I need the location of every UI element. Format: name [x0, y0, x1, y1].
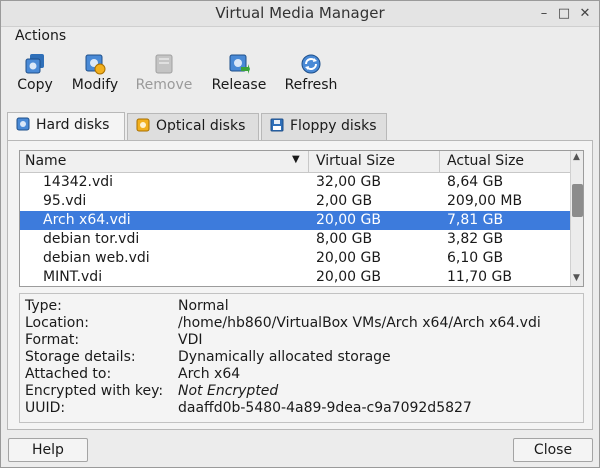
scroll-up-icon[interactable]: ▲ — [573, 152, 580, 162]
column-header-actual-size[interactable]: Actual Size — [447, 153, 524, 169]
release-button[interactable]: Release — [209, 53, 269, 93]
virtual-media-manager-window: Virtual Media Manager – □ ✕ Actions Copy… — [0, 0, 600, 468]
row-actual-size: 7,81 GB — [447, 212, 504, 228]
refresh-button[interactable]: Refresh — [282, 53, 340, 93]
tab-optical-disks[interactable]: Optical disks — [127, 113, 259, 140]
toolbar: Copy Modify Remove Release Refresh — [1, 53, 599, 103]
close-button[interactable]: Close — [513, 438, 593, 462]
detail-label: Type: — [25, 298, 62, 314]
column-separator[interactable] — [308, 151, 309, 173]
detail-value: Normal — [178, 298, 229, 314]
modify-button[interactable]: Modify — [69, 53, 121, 93]
copy-button[interactable]: Copy — [15, 53, 55, 93]
sort-down-icon[interactable]: ▼ — [292, 154, 300, 165]
menu-bar: Actions — [1, 27, 599, 49]
detail-attached-to: Attached to: Arch x64 — [20, 366, 585, 383]
row-name: debian web.vdi — [43, 250, 150, 266]
help-button[interactable]: Help — [8, 438, 88, 462]
detail-label: Encrypted with key: — [25, 383, 164, 399]
menu-actions[interactable]: Actions — [15, 28, 66, 44]
row-virtual-size: 32,00 GB — [316, 174, 381, 190]
row-virtual-size: 20,00 GB — [316, 269, 381, 285]
detail-label: Attached to: — [25, 366, 112, 382]
help-button-label: Help — [32, 442, 64, 458]
remove-disk-icon — [155, 54, 173, 74]
scrollbar-thumb[interactable] — [572, 184, 583, 217]
detail-format: Format: VDI — [20, 332, 585, 349]
detail-value: daaffd0b-5480-4a89-9dea-c9a7092d5827 — [178, 400, 472, 416]
row-name: 95.vdi — [43, 193, 87, 209]
copy-disk-icon — [25, 54, 44, 74]
detail-label: Storage details: — [25, 349, 136, 365]
maximize-icon[interactable]: □ — [555, 5, 573, 23]
close-button-label: Close — [533, 442, 573, 458]
tab-floppy-disks-label: Floppy disks — [290, 118, 377, 134]
row-virtual-size: 20,00 GB — [316, 212, 381, 228]
list-scrollbar[interactable]: ▲ ▼ — [570, 151, 583, 286]
scroll-down-icon[interactable]: ▼ — [573, 273, 580, 283]
menu-actions-label: Actions — [15, 28, 67, 44]
refresh-label: Refresh — [284, 77, 338, 93]
detail-value: /home/hb860/VirtualBox VMs/Arch x64/Arch… — [178, 315, 541, 331]
tab-optical-disks-label: Optical disks — [156, 118, 246, 134]
row-name: 14342.vdi — [43, 174, 114, 190]
detail-value: Not Encrypted — [178, 383, 279, 399]
detail-encryption: Encrypted with key: Not Encrypted — [20, 383, 585, 400]
table-row[interactable]: MINT.vdi 20,00 GB 11,70 GB — [20, 268, 570, 286]
minimize-icon[interactable]: – — [535, 5, 553, 23]
refresh-icon — [301, 54, 321, 74]
copy-label: Copy — [17, 77, 53, 93]
close-window-icon[interactable]: ✕ — [576, 5, 594, 23]
detail-label: Format: — [25, 332, 80, 348]
list-header: Name ▼ Virtual Size Actual Size — [20, 151, 570, 173]
release-disk-icon — [229, 54, 250, 74]
release-label: Release — [211, 77, 267, 93]
floppy-disk-icon — [270, 118, 284, 132]
row-actual-size: 209,00 MB — [447, 193, 523, 209]
remove-label: Remove — [135, 77, 193, 93]
title-bar[interactable]: Virtual Media Manager – □ ✕ — [1, 1, 599, 27]
row-actual-size: 8,64 GB — [447, 174, 504, 190]
detail-value: Dynamically allocated storage — [178, 349, 391, 365]
detail-label: Location: — [25, 315, 89, 331]
media-list[interactable]: Name ▼ Virtual Size Actual Size 14342.vd… — [19, 150, 584, 287]
row-virtual-size: 20,00 GB — [316, 250, 381, 266]
table-row[interactable]: debian web.vdi 20,00 GB 6,10 GB — [20, 249, 570, 268]
hard-disks-panel: Name ▼ Virtual Size Actual Size 14342.vd… — [7, 140, 593, 430]
column-header-name[interactable]: Name — [25, 153, 66, 169]
detail-value: Arch x64 — [178, 366, 241, 382]
row-actual-size: 6,10 GB — [447, 250, 504, 266]
row-actual-size: 11,70 GB — [447, 269, 512, 285]
detail-storage: Storage details: Dynamically allocated s… — [20, 349, 585, 366]
tab-hard-disks-label: Hard disks — [36, 117, 110, 133]
tab-hard-disks[interactable]: Hard disks — [7, 112, 125, 141]
row-name: MINT.vdi — [43, 269, 103, 285]
detail-type: Type: Normal — [20, 298, 585, 315]
detail-uuid: UUID: daaffd0b-5480-4a89-9dea-c9a7092d58… — [20, 400, 585, 417]
table-row[interactable]: debian tor.vdi 8,00 GB 3,82 GB — [20, 230, 570, 249]
row-name: Arch x64.vdi — [43, 212, 131, 228]
column-header-virtual-size[interactable]: Virtual Size — [316, 153, 395, 169]
optical-disk-icon — [136, 118, 150, 132]
detail-value: VDI — [178, 332, 203, 348]
row-name: debian tor.vdi — [43, 231, 140, 247]
table-row-selected[interactable]: Arch x64.vdi 20,00 GB 7,81 GB — [20, 211, 570, 230]
remove-button[interactable]: Remove — [133, 53, 195, 93]
media-details: Type: Normal Location: /home/hb860/Virtu… — [19, 293, 584, 423]
detail-location: Location: /home/hb860/VirtualBox VMs/Arc… — [20, 315, 585, 332]
table-row[interactable]: 95.vdi 2,00 GB 209,00 MB — [20, 192, 570, 211]
tab-floppy-disks[interactable]: Floppy disks — [261, 113, 387, 140]
window-title: Virtual Media Manager — [215, 4, 385, 22]
detail-label: UUID: — [25, 400, 66, 416]
row-virtual-size: 2,00 GB — [316, 193, 373, 209]
table-row[interactable]: 14342.vdi 32,00 GB 8,64 GB — [20, 173, 570, 192]
row-virtual-size: 8,00 GB — [316, 231, 373, 247]
row-actual-size: 3,82 GB — [447, 231, 504, 247]
modify-label: Modify — [71, 77, 119, 93]
hard-disk-icon — [16, 117, 30, 131]
column-separator[interactable] — [439, 151, 440, 173]
modify-disk-icon — [85, 54, 106, 75]
